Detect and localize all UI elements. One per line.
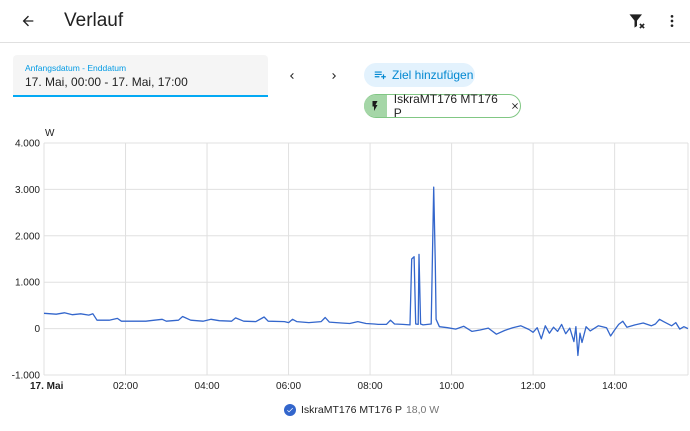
chart-series xyxy=(43,186,689,357)
x-tick-label: 12:00 xyxy=(521,381,546,392)
y-axis-ticks: 4.000 3.000 2.000 1.000 0 -1.000 xyxy=(12,139,41,382)
chart-grid xyxy=(43,142,689,376)
history-chart: W 4.000 3.000 2.000 1.000 0 -1.000 17. Mai 02:… xyxy=(12,128,689,392)
series-line xyxy=(43,186,689,357)
y-axis-unit: W xyxy=(45,128,55,139)
x-axis-ticks: 17. Mai 02:00 04:00 06:00 08:00 10:00 12:00 14:… xyxy=(30,381,628,392)
x-tick-label: 10:00 xyxy=(439,381,464,392)
y-tick-label: 3.000 xyxy=(15,185,40,196)
x-tick-label: 14:00 xyxy=(602,381,627,392)
x-tick-label: 02:00 xyxy=(113,381,138,392)
x-tick-label: 04:00 xyxy=(195,381,220,392)
legend-item[interactable]: IskraMT176 MT176 P 18,0 W xyxy=(284,402,439,418)
y-tick-label: 0 xyxy=(34,324,40,335)
y-tick-label: 4.000 xyxy=(15,139,40,150)
legend-state: 18,0 W xyxy=(405,404,440,416)
check-circle-icon xyxy=(284,404,296,416)
x-tick-label: 06:00 xyxy=(276,381,301,392)
y-tick-label: 2.000 xyxy=(15,231,40,242)
y-tick-label: -1.000 xyxy=(12,371,41,382)
x-tick-label: 17. Mai xyxy=(30,381,64,392)
y-tick-label: 1.000 xyxy=(15,278,40,289)
legend-label: IskraMT176 MT176 P xyxy=(301,404,402,416)
x-tick-label: 08:00 xyxy=(358,381,383,392)
